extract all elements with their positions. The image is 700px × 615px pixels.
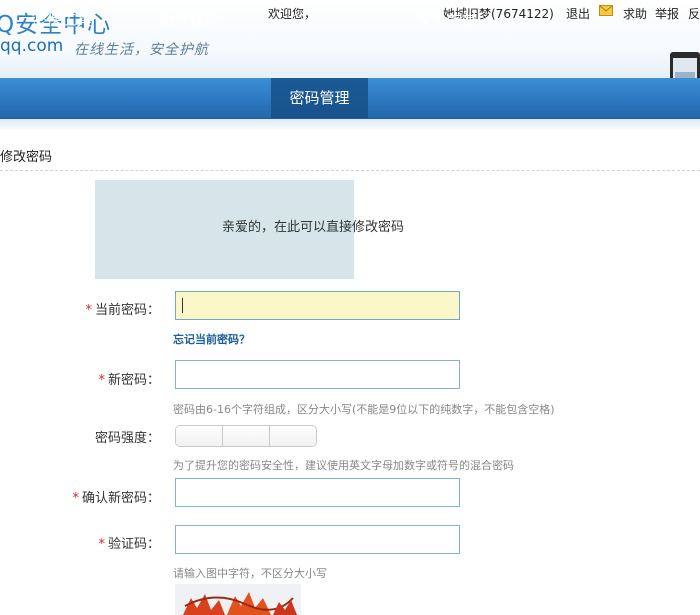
notice-text: 亲爱的，在此可以直接修改密码: [222, 220, 405, 235]
confirm-password-field[interactable]: [175, 478, 460, 507]
new-password-label: * 新密码：: [98, 369, 160, 388]
nav-shadow: [0, 119, 700, 131]
text-cursor: [182, 298, 183, 313]
required-mark: *: [98, 537, 105, 552]
strength-segment-medium: [223, 426, 270, 446]
password-strength-meter: [175, 425, 317, 447]
captcha-field[interactable]: [175, 525, 460, 554]
logout-link[interactable]: 退出: [566, 5, 590, 22]
required-mark: *: [98, 373, 105, 388]
password-strength-label: 密码强度：: [94, 431, 160, 446]
current-password-field[interactable]: [175, 291, 460, 320]
new-password-label-text: 新密码：: [107, 373, 160, 388]
divider: [0, 170, 700, 171]
current-password-label: * 当前密码：: [85, 299, 160, 318]
new-password-hint: 密码由6-16个字符组成，区分大小写(不能是9位以下的纯数字，不能包含空格): [173, 403, 555, 416]
confirm-password-label: * 确认新密码：: [72, 487, 160, 506]
confirm-password-label-text: 确认新密码：: [81, 491, 160, 506]
captcha-hint: 请输入图中字符，不区分大小写: [173, 567, 327, 580]
required-mark: *: [72, 491, 79, 506]
forgot-password-link[interactable]: 忘记当前密码？: [173, 331, 250, 347]
strength-segment-weak: [176, 426, 223, 446]
welcome-text: 欢迎您，: [268, 7, 317, 21]
new-password-field[interactable]: [175, 360, 460, 389]
report-link[interactable]: 举报: [655, 5, 679, 22]
feedback-link[interactable]: 反: [688, 5, 700, 22]
captcha-image[interactable]: [175, 584, 301, 615]
help-link[interactable]: 求助: [623, 5, 647, 22]
captcha-label: * 验证码：: [98, 533, 160, 552]
captcha-label-text: 验证码：: [107, 537, 160, 552]
strength-hint: 为了提升您的密码安全性，建议使用英文字母加数字或符号的混合密码: [173, 459, 514, 472]
logo-slogan: 在线生活，安全护航: [74, 42, 209, 58]
mail-icon[interactable]: [599, 5, 613, 16]
page-title: 修改密码: [0, 150, 53, 165]
nav-security-school[interactable]: 安全学堂: [385, 0, 510, 40]
nav-account-protection[interactable]: 帐号保护: [128, 0, 251, 40]
nav-password-management[interactable]: 密码管理: [271, 78, 368, 118]
required-mark: *: [85, 303, 92, 318]
current-password-label-text: 当前密码：: [94, 303, 160, 318]
nav-security-tools[interactable]: 密保工具: [0, 0, 123, 40]
strength-segment-strong: [270, 426, 316, 446]
